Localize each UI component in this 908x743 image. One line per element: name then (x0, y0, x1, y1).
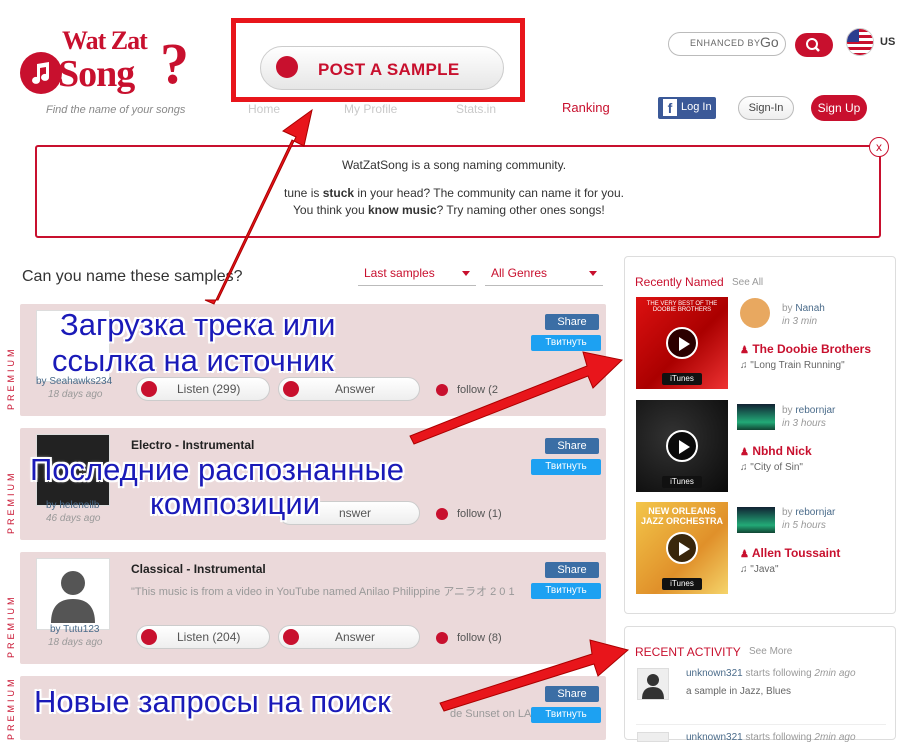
annotation-text: ссылка на источник (52, 343, 334, 378)
annotation-text: композиции (150, 486, 321, 521)
annotation-text: Новые запросы на поиск (34, 684, 391, 719)
annotation-arrow (204, 108, 313, 305)
annotation-arrow (409, 351, 624, 445)
annotation-text: Загрузка трека или (60, 307, 336, 342)
annotation-text: Последние распознанные (30, 452, 405, 487)
annotation-arrow (439, 639, 630, 712)
